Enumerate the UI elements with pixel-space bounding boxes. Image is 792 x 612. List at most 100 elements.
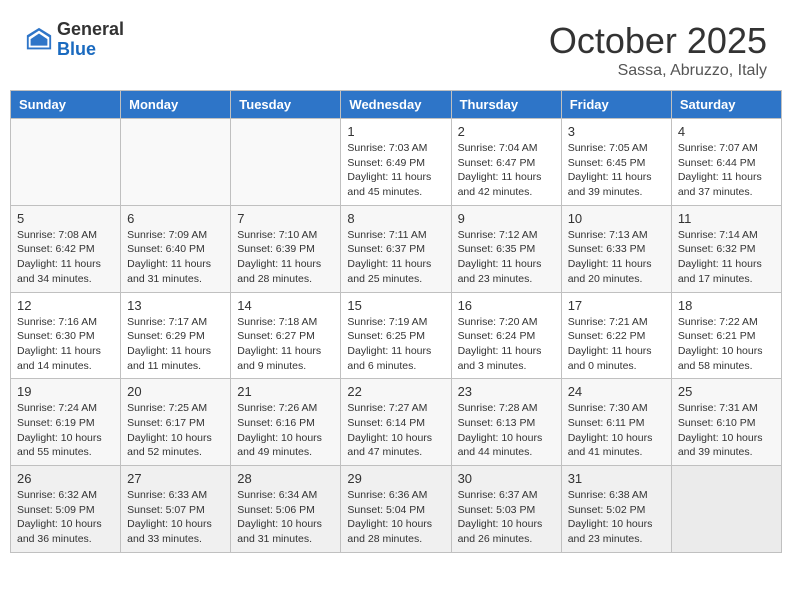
day-info: Sunrise: 6:37 AM Sunset: 5:03 PM Dayligh… [458,488,555,547]
day-cell: 11Sunrise: 7:14 AM Sunset: 6:32 PM Dayli… [671,205,781,292]
day-cell: 23Sunrise: 7:28 AM Sunset: 6:13 PM Dayli… [451,379,561,466]
day-info: Sunrise: 7:18 AM Sunset: 6:27 PM Dayligh… [237,315,334,374]
day-cell: 29 Sunrise: 6:36 AM Sunset: 5:04 PM Dayli… [341,466,451,553]
title-area: October 2025 Sassa, Abruzzo, Italy [549,20,767,80]
day-number: 11 [678,211,775,226]
day-number: 24 [568,384,665,399]
day-cell: 4 Sunrise: 7:07 AM Sunset: 6:44 PM Daylig… [671,119,781,206]
day-cell: 6 Sunrise: 7:09 AM Sunset: 6:40 PM Daylig… [121,205,231,292]
logo: General Blue [25,20,124,60]
day-info: Sunrise: 7:09 AM Sunset: 6:40 PM Dayligh… [127,228,224,287]
day-info: Sunrise: 7:11 AM Sunset: 6:37 PM Dayligh… [347,228,444,287]
day-info: Sunrise: 7:05 AM Sunset: 6:45 PM Dayligh… [568,141,665,200]
calendar-header-row: SundayMondayTuesdayWednesdayThursdayFrid… [11,91,782,119]
day-number: 10 [568,211,665,226]
day-cell: 2Sunrise: 7:04 AM Sunset: 6:47 PM Daylig… [451,119,561,206]
day-cell: 10 Sunrise: 7:13 AM Sunset: 6:33 PM Dayli… [561,205,671,292]
day-number: 22 [347,384,444,399]
day-info: Sunrise: 7:19 AM Sunset: 6:25 PM Dayligh… [347,315,444,374]
day-number: 3 [568,124,665,139]
day-info: Sunrise: 6:32 AM Sunset: 5:09 PM Dayligh… [17,488,114,547]
day-cell: 14 Sunrise: 7:18 AM Sunset: 6:27 PM Dayli… [231,292,341,379]
day-cell: 21 Sunrise: 7:26 AM Sunset: 6:16 PM Dayli… [231,379,341,466]
day-header-sunday: Sunday [11,91,121,119]
day-info: Sunrise: 7:04 AM Sunset: 6:47 PM Dayligh… [458,141,555,200]
day-info: Sunrise: 7:31 AM Sunset: 6:10 PM Dayligh… [678,401,775,460]
day-cell: 12Sunrise: 7:16 AM Sunset: 6:30 PM Dayli… [11,292,121,379]
day-number: 16 [458,298,555,313]
day-info: Sunrise: 7:22 AM Sunset: 6:21 PM Dayligh… [678,315,775,374]
day-number: 31 [568,471,665,486]
day-info: Sunrise: 7:21 AM Sunset: 6:22 PM Dayligh… [568,315,665,374]
day-header-thursday: Thursday [451,91,561,119]
day-cell: 20Sunrise: 7:25 AM Sunset: 6:17 PM Dayli… [121,379,231,466]
day-number: 6 [127,211,224,226]
day-info: Sunrise: 7:03 AM Sunset: 6:49 PM Dayligh… [347,141,444,200]
day-cell: 5Sunrise: 7:08 AM Sunset: 6:42 PM Daylig… [11,205,121,292]
logo-icon [25,26,53,54]
day-info: Sunrise: 7:30 AM Sunset: 6:11 PM Dayligh… [568,401,665,460]
day-info: Sunrise: 7:12 AM Sunset: 6:35 PM Dayligh… [458,228,555,287]
day-info: Sunrise: 7:27 AM Sunset: 6:14 PM Dayligh… [347,401,444,460]
calendar-week-row: 5Sunrise: 7:08 AM Sunset: 6:42 PM Daylig… [11,205,782,292]
day-cell: 22 Sunrise: 7:27 AM Sunset: 6:14 PM Dayli… [341,379,451,466]
logo-text: General Blue [57,20,124,60]
day-info: Sunrise: 7:20 AM Sunset: 6:24 PM Dayligh… [458,315,555,374]
day-cell: 17 Sunrise: 7:21 AM Sunset: 6:22 PM Dayli… [561,292,671,379]
day-header-monday: Monday [121,91,231,119]
page-header: General Blue October 2025 Sassa, Abruzzo… [10,10,782,85]
day-info: Sunrise: 7:25 AM Sunset: 6:17 PM Dayligh… [127,401,224,460]
day-cell: 24 Sunrise: 7:30 AM Sunset: 6:11 PM Dayli… [561,379,671,466]
empty-day-cell [121,119,231,206]
day-cell: 13Sunrise: 7:17 AM Sunset: 6:29 PM Dayli… [121,292,231,379]
day-info: Sunrise: 7:24 AM Sunset: 6:19 PM Dayligh… [17,401,114,460]
day-cell: 25 Sunrise: 7:31 AM Sunset: 6:10 PM Dayli… [671,379,781,466]
empty-day-cell [11,119,121,206]
day-cell: 27 Sunrise: 6:33 AM Sunset: 5:07 PM Dayli… [121,466,231,553]
day-header-tuesday: Tuesday [231,91,341,119]
day-number: 12 [17,298,114,313]
day-number: 25 [678,384,775,399]
day-number: 14 [237,298,334,313]
day-info: Sunrise: 6:36 AM Sunset: 5:04 PM Dayligh… [347,488,444,547]
day-number: 29 [347,471,444,486]
day-number: 17 [568,298,665,313]
day-cell: 30Sunrise: 6:37 AM Sunset: 5:03 PM Dayli… [451,466,561,553]
logo-general-text: General [57,20,124,40]
location-subtitle: Sassa, Abruzzo, Italy [549,62,767,80]
day-cell: 7 Sunrise: 7:10 AM Sunset: 6:39 PM Daylig… [231,205,341,292]
day-number: 26 [17,471,114,486]
day-number: 28 [237,471,334,486]
day-cell: 9 Sunrise: 7:12 AM Sunset: 6:35 PM Daylig… [451,205,561,292]
day-number: 4 [678,124,775,139]
day-number: 21 [237,384,334,399]
day-number: 7 [237,211,334,226]
day-number: 1 [347,124,444,139]
day-cell: 19Sunrise: 7:24 AM Sunset: 6:19 PM Dayli… [11,379,121,466]
day-header-saturday: Saturday [671,91,781,119]
day-info: Sunrise: 7:26 AM Sunset: 6:16 PM Dayligh… [237,401,334,460]
day-info: Sunrise: 7:17 AM Sunset: 6:29 PM Dayligh… [127,315,224,374]
day-info: Sunrise: 7:28 AM Sunset: 6:13 PM Dayligh… [458,401,555,460]
day-cell: 16 Sunrise: 7:20 AM Sunset: 6:24 PM Dayli… [451,292,561,379]
day-number: 9 [458,211,555,226]
day-header-friday: Friday [561,91,671,119]
day-cell: 3 Sunrise: 7:05 AM Sunset: 6:45 PM Daylig… [561,119,671,206]
day-info: Sunrise: 7:10 AM Sunset: 6:39 PM Dayligh… [237,228,334,287]
day-cell: 28 Sunrise: 6:34 AM Sunset: 5:06 PM Dayli… [231,466,341,553]
day-cell: 1 Sunrise: 7:03 AM Sunset: 6:49 PM Daylig… [341,119,451,206]
month-title: October 2025 [549,20,767,62]
day-info: Sunrise: 7:13 AM Sunset: 6:33 PM Dayligh… [568,228,665,287]
empty-day-cell [671,466,781,553]
day-info: Sunrise: 6:34 AM Sunset: 5:06 PM Dayligh… [237,488,334,547]
day-info: Sunrise: 7:07 AM Sunset: 6:44 PM Dayligh… [678,141,775,200]
day-cell: 18 Sunrise: 7:22 AM Sunset: 6:21 PM Dayli… [671,292,781,379]
day-header-wednesday: Wednesday [341,91,451,119]
day-number: 27 [127,471,224,486]
day-number: 18 [678,298,775,313]
day-info: Sunrise: 6:33 AM Sunset: 5:07 PM Dayligh… [127,488,224,547]
day-info: Sunrise: 6:38 AM Sunset: 5:02 PM Dayligh… [568,488,665,547]
calendar-week-row: 1 Sunrise: 7:03 AM Sunset: 6:49 PM Daylig… [11,119,782,206]
day-number: 15 [347,298,444,313]
logo-blue-text: Blue [57,40,124,60]
